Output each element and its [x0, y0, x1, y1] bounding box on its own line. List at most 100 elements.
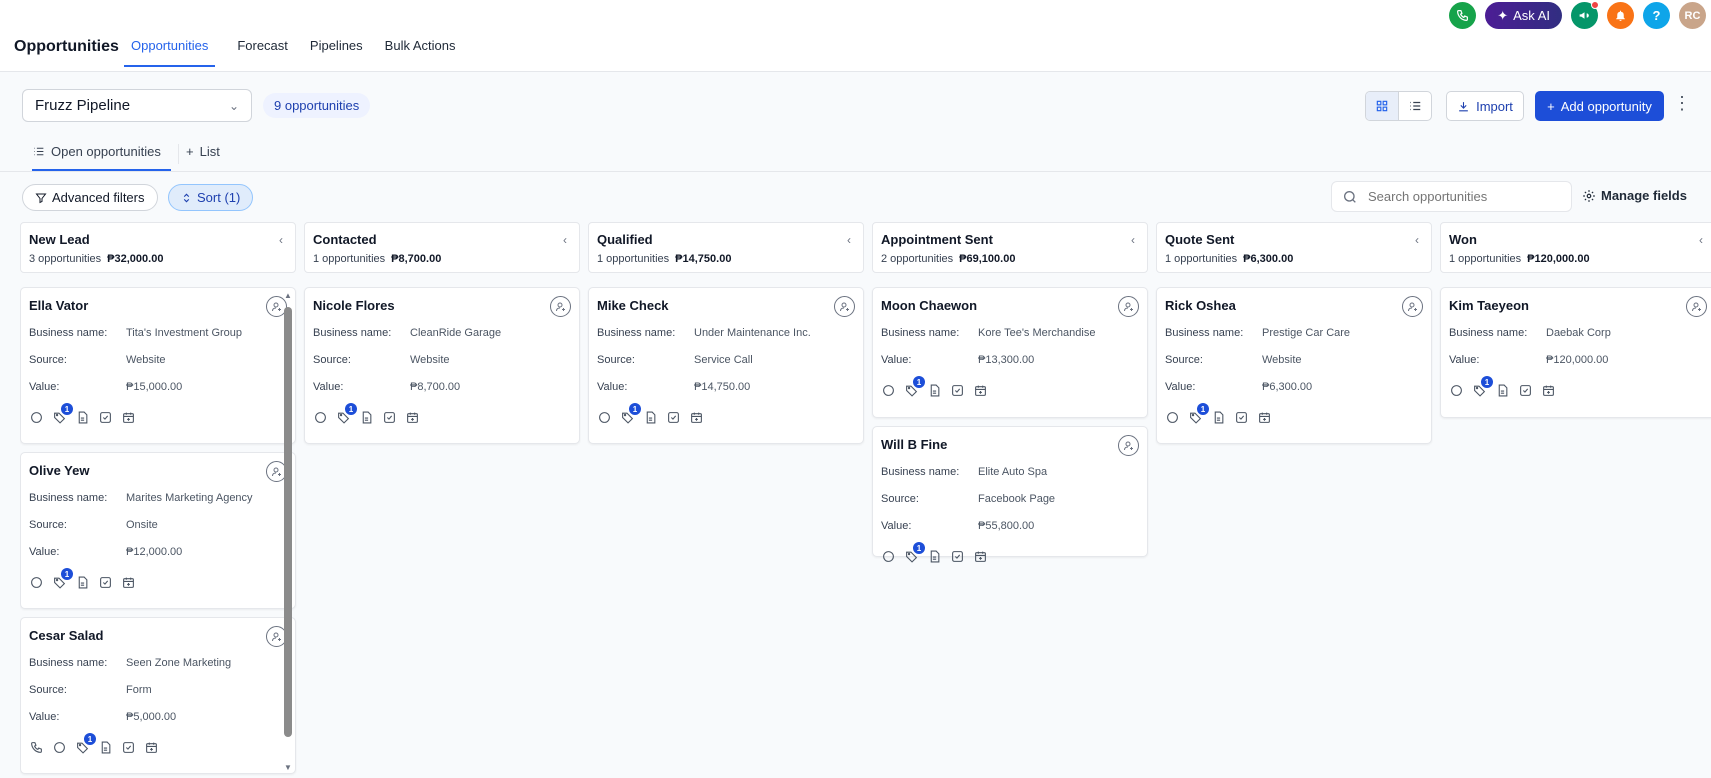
tab-add-list[interactable]: + List	[186, 144, 220, 169]
chevron-left-icon[interactable]: ‹	[279, 233, 283, 247]
scrollbar-thumb[interactable]	[284, 307, 292, 737]
tag-icon[interactable]: 1	[1472, 376, 1493, 397]
tab-opportunities[interactable]: Opportunities	[124, 38, 216, 67]
document-icon[interactable]	[927, 383, 941, 397]
scroll-up-icon[interactable]: ▲	[284, 291, 292, 300]
assign-user-icon[interactable]	[834, 296, 855, 317]
task-check-icon[interactable]	[98, 410, 112, 424]
calendar-add-icon[interactable]	[1541, 383, 1555, 397]
card-contact-name[interactable]: Olive Yew	[29, 463, 287, 478]
calendar-add-icon[interactable]	[121, 575, 135, 589]
tag-icon[interactable]: 1	[904, 542, 925, 563]
tag-icon[interactable]: 1	[75, 733, 96, 754]
tab-bulk-actions[interactable]: Bulk Actions	[385, 38, 456, 67]
card-contact-name[interactable]: Rick Oshea	[1165, 298, 1423, 313]
task-check-icon[interactable]	[950, 383, 964, 397]
phone-icon[interactable]	[29, 740, 43, 754]
task-check-icon[interactable]	[1234, 410, 1248, 424]
card-contact-name[interactable]: Nicole Flores	[313, 298, 571, 313]
document-icon[interactable]	[75, 575, 89, 589]
ask-ai-button[interactable]: ✦ Ask AI	[1485, 2, 1562, 29]
opportunity-card[interactable]: Mike Check Business name: Under Maintenanc…	[588, 287, 864, 444]
scroll-down-icon[interactable]: ▼	[284, 763, 292, 772]
document-icon[interactable]	[75, 410, 89, 424]
chevron-left-icon[interactable]: ‹	[1699, 233, 1703, 247]
search-input[interactable]	[1368, 189, 1558, 204]
card-contact-name[interactable]: Will B Fine	[881, 437, 1139, 452]
task-check-icon[interactable]	[98, 575, 112, 589]
add-opportunity-button[interactable]: + Add opportunity	[1535, 91, 1664, 121]
document-icon[interactable]	[927, 549, 941, 563]
pipeline-select[interactable]: Fruzz Pipeline ⌄	[22, 89, 252, 122]
list-view-icon[interactable]	[1399, 92, 1431, 120]
document-icon[interactable]	[359, 410, 373, 424]
chat-icon[interactable]	[313, 410, 327, 424]
tab-pipelines[interactable]: Pipelines	[310, 38, 363, 67]
avatar[interactable]: RC	[1679, 2, 1706, 29]
calendar-add-icon[interactable]	[144, 740, 158, 754]
task-check-icon[interactable]	[382, 410, 396, 424]
calendar-add-icon[interactable]	[405, 410, 419, 424]
help-icon[interactable]: ?	[1643, 2, 1670, 29]
assign-user-icon[interactable]	[550, 296, 571, 317]
chat-icon[interactable]	[881, 383, 895, 397]
calendar-add-icon[interactable]	[973, 549, 987, 563]
document-icon[interactable]	[98, 740, 112, 754]
chevron-left-icon[interactable]: ‹	[1415, 233, 1419, 247]
import-button[interactable]: Import	[1446, 91, 1524, 121]
tab-forecast[interactable]: Forecast	[237, 38, 288, 67]
chat-icon[interactable]	[29, 575, 43, 589]
column-scrollbar[interactable]: ▲ ▼	[283, 291, 293, 778]
tag-icon[interactable]: 1	[336, 403, 357, 424]
chevron-left-icon[interactable]: ‹	[1131, 233, 1135, 247]
tag-icon[interactable]: 1	[52, 568, 73, 589]
card-contact-name[interactable]: Kim Taeyeon	[1449, 298, 1707, 313]
calendar-add-icon[interactable]	[689, 410, 703, 424]
task-check-icon[interactable]	[950, 549, 964, 563]
opportunity-card[interactable]: Ella Vator Business name: Tita's Investmen…	[20, 287, 296, 444]
tab-open-opportunities[interactable]: Open opportunities	[32, 144, 171, 171]
calendar-add-icon[interactable]	[121, 410, 135, 424]
sort-button[interactable]: Sort (1)	[168, 184, 254, 211]
megaphone-icon[interactable]	[1571, 1, 1599, 29]
chat-icon[interactable]	[597, 410, 611, 424]
opportunity-card[interactable]: Cesar Salad Business name: Seen Zone Marke…	[20, 617, 296, 774]
task-check-icon[interactable]	[1518, 383, 1532, 397]
chat-icon[interactable]	[881, 549, 895, 563]
chat-icon[interactable]	[52, 740, 66, 754]
card-contact-name[interactable]: Mike Check	[597, 298, 855, 313]
calendar-add-icon[interactable]	[1257, 410, 1271, 424]
card-contact-name[interactable]: Ella Vator	[29, 298, 287, 313]
task-check-icon[interactable]	[121, 740, 135, 754]
calendar-add-icon[interactable]	[973, 383, 987, 397]
opportunity-card[interactable]: Olive Yew Business name: Marites Marketing…	[20, 452, 296, 609]
tag-icon[interactable]: 1	[620, 403, 641, 424]
more-options-icon[interactable]: ⋮	[1673, 94, 1691, 112]
assign-user-icon[interactable]	[1118, 435, 1139, 456]
advanced-filters-button[interactable]: Advanced filters	[22, 184, 158, 211]
assign-user-icon[interactable]	[1686, 296, 1707, 317]
document-icon[interactable]	[1211, 410, 1225, 424]
opportunity-card[interactable]: Kim Taeyeon Business name: Daebak Corp Valu…	[1440, 287, 1711, 418]
card-contact-name[interactable]: Moon Chaewon	[881, 298, 1139, 313]
chat-icon[interactable]	[1165, 410, 1179, 424]
opportunity-card[interactable]: Will B Fine Business name: Elite Auto Spa S…	[872, 426, 1148, 563]
bell-icon[interactable]	[1607, 2, 1634, 29]
tag-icon[interactable]: 1	[1188, 403, 1209, 424]
tag-icon[interactable]: 1	[904, 376, 925, 397]
opportunity-card[interactable]: Nicole Flores Business name: CleanRide Gar…	[304, 287, 580, 444]
assign-user-icon[interactable]	[1402, 296, 1423, 317]
manage-fields-button[interactable]: Manage fields	[1582, 188, 1687, 203]
grid-view-icon[interactable]	[1366, 92, 1399, 120]
document-icon[interactable]	[1495, 383, 1509, 397]
task-check-icon[interactable]	[666, 410, 680, 424]
assign-user-icon[interactable]	[1118, 296, 1139, 317]
card-contact-name[interactable]: Cesar Salad	[29, 628, 287, 643]
opportunity-card[interactable]: Rick Oshea Business name: Prestige Car Car…	[1156, 287, 1432, 444]
document-icon[interactable]	[643, 410, 657, 424]
chevron-left-icon[interactable]: ‹	[563, 233, 567, 247]
chevron-left-icon[interactable]: ‹	[847, 233, 851, 247]
tag-icon[interactable]: 1	[52, 403, 73, 424]
opportunity-card[interactable]: Moon Chaewon Business name: Kore Tee's Mer…	[872, 287, 1148, 418]
chat-icon[interactable]	[29, 410, 43, 424]
